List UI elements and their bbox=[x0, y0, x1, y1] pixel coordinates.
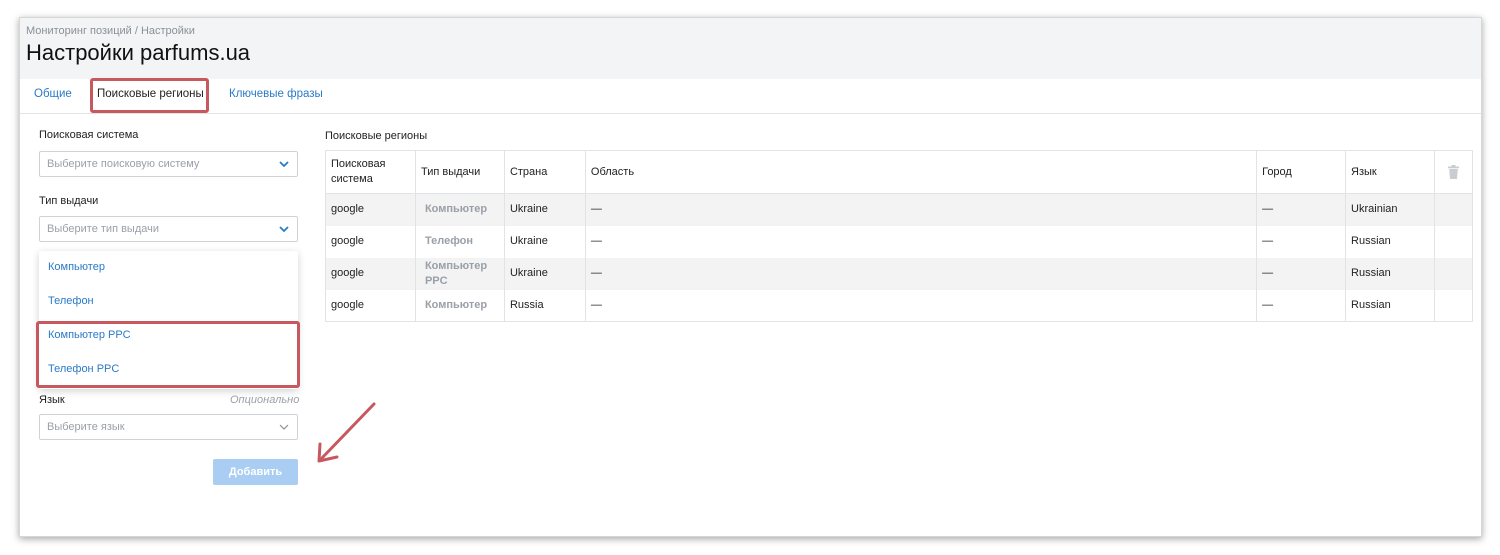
cell-actions bbox=[1434, 257, 1474, 290]
page-header: Мониторинг позиций / Настройки Настройки… bbox=[20, 18, 1481, 79]
cell-type: Компьютер bbox=[415, 193, 505, 226]
col-header-city: Город bbox=[1256, 150, 1347, 194]
cell-region: — bbox=[585, 257, 1258, 290]
cell-country: Ukraine bbox=[504, 193, 586, 226]
cell-country: Ukraine bbox=[504, 257, 586, 290]
cell-language: Russian bbox=[1345, 225, 1435, 258]
cell-city: — bbox=[1256, 289, 1347, 322]
delete-all-cell[interactable] bbox=[1434, 150, 1474, 194]
engine-label: Поисковая система bbox=[39, 129, 139, 141]
breadcrumb[interactable]: Мониторинг позиций / Настройки bbox=[26, 25, 195, 37]
language-placeholder: Выберите язык bbox=[47, 421, 125, 433]
cell-region: — bbox=[585, 289, 1258, 322]
cell-city: — bbox=[1256, 193, 1347, 226]
engine-select[interactable]: Выберите поисковую систему bbox=[39, 151, 298, 177]
table-header-row: Поисковая система Тип выдачи Страна Обла… bbox=[325, 150, 1474, 194]
table-row: google Компьютер Ukraine — — Ukrainian bbox=[325, 193, 1474, 226]
cell-city: — bbox=[1256, 225, 1347, 258]
col-header-region: Область bbox=[585, 150, 1258, 194]
cell-language: Ukrainian bbox=[1345, 193, 1435, 226]
cell-engine: google bbox=[325, 193, 416, 226]
cell-engine: google bbox=[325, 257, 416, 290]
col-header-engine: Поисковая система bbox=[325, 150, 416, 194]
cell-language: Russian bbox=[1345, 257, 1435, 290]
cell-country: Ukraine bbox=[504, 225, 586, 258]
table-row: google Компьютер Russia — — Russian bbox=[325, 289, 1474, 322]
cell-actions bbox=[1434, 225, 1474, 258]
table-row: google Компьютер PPC Ukraine — — Russian bbox=[325, 257, 1474, 290]
cell-engine: google bbox=[325, 225, 416, 258]
cell-region: — bbox=[585, 193, 1258, 226]
tab-search-regions[interactable]: Поисковые регионы bbox=[97, 88, 204, 100]
regions-table: Поисковая система Тип выдачи Страна Обла… bbox=[325, 150, 1474, 322]
cell-country: Russia bbox=[504, 289, 586, 322]
cell-type: Компьютер PPC bbox=[415, 257, 505, 290]
type-placeholder: Выберите тип выдачи bbox=[47, 223, 160, 235]
ppc-options-highlight-box bbox=[36, 321, 300, 388]
page-title: Настройки parfums.ua bbox=[26, 40, 251, 65]
annotation-arrow-icon bbox=[317, 402, 376, 463]
chevron-down-icon bbox=[279, 161, 289, 168]
cell-city: — bbox=[1256, 257, 1347, 290]
app-window: Мониторинг позиций / Настройки Настройки… bbox=[19, 17, 1482, 537]
type-select[interactable]: Выберите тип выдачи bbox=[39, 216, 298, 242]
cell-language: Russian bbox=[1345, 289, 1435, 322]
type-option-phone[interactable]: Телефон bbox=[48, 295, 94, 307]
type-option-desktop[interactable]: Компьютер bbox=[48, 261, 105, 273]
cell-engine: google bbox=[325, 289, 416, 322]
language-select[interactable]: Выберите язык bbox=[39, 414, 298, 440]
regions-title: Поисковые регионы bbox=[325, 130, 428, 142]
add-button[interactable]: Добавить bbox=[213, 459, 298, 485]
cell-type: Компьютер bbox=[415, 289, 505, 322]
col-header-country: Страна bbox=[504, 150, 586, 194]
cell-actions bbox=[1434, 289, 1474, 322]
table-row: google Телефон Ukraine — — Russian bbox=[325, 225, 1474, 258]
col-header-language: Язык bbox=[1345, 150, 1435, 194]
chevron-down-icon bbox=[279, 424, 289, 430]
col-header-type: Тип выдачи bbox=[415, 150, 505, 194]
type-label: Тип выдачи bbox=[39, 195, 99, 207]
tab-keywords[interactable]: Ключевые фразы bbox=[229, 88, 323, 100]
trash-icon[interactable] bbox=[1447, 165, 1459, 179]
engine-placeholder: Выберите поисковую систему bbox=[47, 158, 200, 170]
chevron-down-icon bbox=[279, 226, 289, 233]
cell-actions bbox=[1434, 193, 1474, 226]
cell-region: — bbox=[585, 225, 1258, 258]
tab-bar: Общие Поисковые регионы Ключевые фразы bbox=[20, 78, 1481, 114]
tab-general[interactable]: Общие bbox=[34, 88, 72, 100]
language-optional-hint: Опционально bbox=[230, 394, 300, 406]
cell-type: Телефон bbox=[415, 225, 505, 258]
language-label: Язык bbox=[39, 394, 65, 406]
